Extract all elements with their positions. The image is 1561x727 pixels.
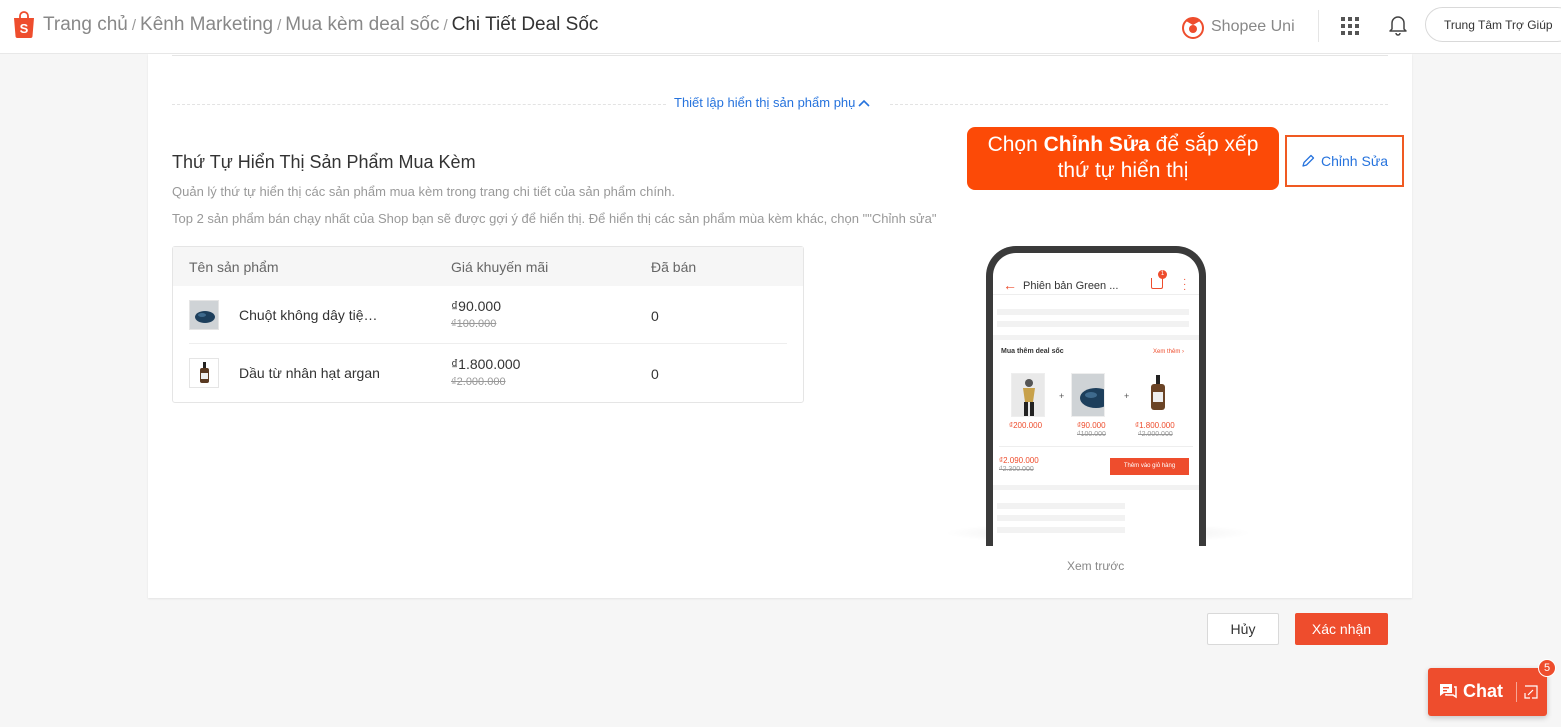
section-description: Quản lý thứ tự hiển thị các sản phẩm mua…: [172, 184, 676, 199]
instruction-callout: Chọn Chỉnh Sửa để sắp xếp thứ tự hiển th…: [967, 127, 1279, 190]
product-name: Chuột không dây tiện lợi: [239, 307, 384, 323]
breadcrumb-home[interactable]: Trang chủ: [43, 14, 128, 35]
table-row: Chuột không dây tiện lợi ₫90.000 ₫100.00…: [189, 286, 787, 344]
section-title: Thứ Tự Hiển Thị Sản Phẩm Mua Kèm: [172, 152, 476, 172]
top-bar: S Trang chủ / Kênh Marketing / Mua kèm deal …: [0, 0, 1561, 54]
notification-bell-icon[interactable]: [1388, 14, 1408, 36]
shopee-uni-link[interactable]: Shopee Uni: [1180, 14, 1295, 40]
dashed-divider: [172, 104, 666, 105]
column-header-name: Tên sản phẩm: [189, 259, 279, 275]
toggle-label: Thiết lập hiển thị sản phẩm phụ: [674, 95, 856, 110]
toggle-sub-product-settings[interactable]: Thiết lập hiển thị sản phẩm phụ: [674, 95, 870, 110]
deal-item-image-serum: [1141, 373, 1175, 417]
mouse-image-icon: [190, 301, 218, 329]
product-sold: 0: [651, 366, 659, 382]
mouse-image-icon: [1072, 374, 1104, 416]
dashed-divider: [890, 104, 1388, 105]
deal-item-price: ₫1.800.000: [1135, 421, 1175, 430]
chat-bubble-icon: [1440, 684, 1457, 699]
product-original-price: ₫2.000.000: [451, 376, 506, 388]
deal-item-image-mouse: [1071, 373, 1105, 417]
outfit-image-icon: [1012, 374, 1044, 416]
breadcrumb-separator: /: [277, 17, 282, 34]
shopee-uni-icon: [1182, 17, 1204, 39]
header-divider: [1318, 10, 1319, 42]
shopee-uni-label: Shopee Uni: [1211, 18, 1295, 35]
deal-item-price: ₫90.000: [1077, 421, 1106, 430]
cancel-button[interactable]: Hủy: [1207, 613, 1279, 645]
edit-button-label: Chỉnh Sửa: [1321, 153, 1388, 169]
chat-divider: [1516, 682, 1517, 702]
product-name: Dầu từ nhân hạt argan: [239, 365, 380, 381]
confirm-button[interactable]: Xác nhận: [1295, 613, 1388, 645]
serum-bottle-icon: [1151, 375, 1165, 410]
product-sold: 0: [651, 308, 659, 324]
product-thumbnail-serum: [189, 358, 219, 388]
column-header-sold: Đã bán: [651, 259, 697, 275]
deal-item-price: ₫200.000: [1009, 421, 1043, 430]
chat-widget[interactable]: Chat: [1428, 668, 1547, 716]
product-price: ₫90.000: [451, 298, 502, 314]
section-separator: [993, 335, 1199, 340]
placeholder-bar: [997, 503, 1125, 509]
deal-see-more: Xem thêm ›: [1153, 349, 1185, 355]
bundle-total-price: ₫2.090.000: [999, 456, 1039, 465]
product-original-price: ₫100.000: [451, 318, 497, 330]
placeholder-bar: [997, 515, 1125, 521]
deal-item-image-outfit: [1011, 373, 1045, 417]
placeholder-bar: [997, 321, 1189, 327]
deal-item-original-price: ₫2.000.000: [1138, 431, 1173, 438]
product-price: ₫1.800.000: [451, 356, 521, 372]
breadcrumb-current: Chi Tiết Deal Sốc: [451, 14, 599, 35]
placeholder-bar: [997, 309, 1189, 315]
apps-grid-icon[interactable]: [1341, 17, 1359, 35]
divider: [999, 446, 1193, 447]
cart-icon: [1151, 278, 1163, 289]
section-separator: [993, 485, 1199, 490]
breadcrumb-marketing[interactable]: Kênh Marketing: [140, 14, 273, 35]
deal-section-title: Mua thêm deal sốc: [1001, 348, 1064, 355]
plus-sign: +: [1059, 391, 1065, 401]
column-header-price: Giá khuyến mãi: [451, 259, 549, 275]
breadcrumb-separator: /: [443, 17, 448, 34]
phone-product-title: Phiên bản Green ...: [1023, 280, 1119, 292]
breadcrumb-bundle-deal[interactable]: Mua kèm deal sốc: [285, 14, 439, 35]
edit-button[interactable]: Chỉnh Sửa: [1285, 135, 1404, 187]
callout-line-2: thứ tự hiển thị: [1057, 159, 1189, 182]
phone-preview: ← Phiên bản Green ... 1 · · · Mua thêm dea…: [986, 246, 1206, 546]
pencil-icon: [1302, 154, 1315, 167]
serum-bottle-icon: [190, 359, 218, 387]
main-card: Thiết lập hiển thị sản phẩm phụ Thứ Tự H…: [148, 54, 1412, 598]
table-row: Dầu từ nhân hạt argan ₫1.800.000 ₫2.000.…: [189, 344, 787, 402]
table-header: Tên sản phẩm Giá khuyến mãi Đã bán: [173, 247, 803, 286]
chat-unread-badge: 5: [1538, 659, 1556, 677]
back-arrow-icon: ←: [1003, 277, 1017, 293]
expand-window-icon[interactable]: [1524, 685, 1538, 699]
plus-sign: +: [1124, 391, 1130, 401]
previous-section-edge: [172, 54, 1388, 56]
bundle-total-original: ₫2.300.000: [999, 466, 1034, 473]
section-hint: Top 2 sản phẩm bán chạy nhất của Shop bạ…: [172, 211, 937, 226]
help-center-button[interactable]: Trung Tâm Trợ Giúp: [1425, 7, 1561, 42]
svg-text:S: S: [20, 21, 29, 36]
placeholder-bar: [997, 527, 1125, 533]
cart-badge: 1: [1158, 270, 1167, 279]
chat-label: Chat: [1463, 681, 1503, 701]
more-dots-icon: · · ·: [1183, 274, 1187, 295]
breadcrumb: Trang chủ / Kênh Marketing / Mua kèm deal số…: [43, 14, 598, 36]
product-thumbnail-mouse: [189, 300, 219, 330]
callout-line-1: Chọn Chỉnh Sửa để sắp xếp: [987, 133, 1259, 156]
add-to-cart-button: Thêm vào giỏ hàng: [1110, 458, 1189, 475]
chevron-up-icon: [858, 99, 870, 107]
breadcrumb-separator: /: [131, 17, 137, 34]
deal-item-original-price: ₫100.000: [1077, 431, 1106, 438]
phone-header: ← Phiên bản Green ... 1 · · ·: [993, 253, 1199, 295]
product-table: Tên sản phẩm Giá khuyến mãi Đã bán Chuột…: [172, 246, 804, 403]
preview-label: Xem trước: [1067, 559, 1125, 573]
shopee-logo-icon[interactable]: S: [12, 10, 36, 38]
